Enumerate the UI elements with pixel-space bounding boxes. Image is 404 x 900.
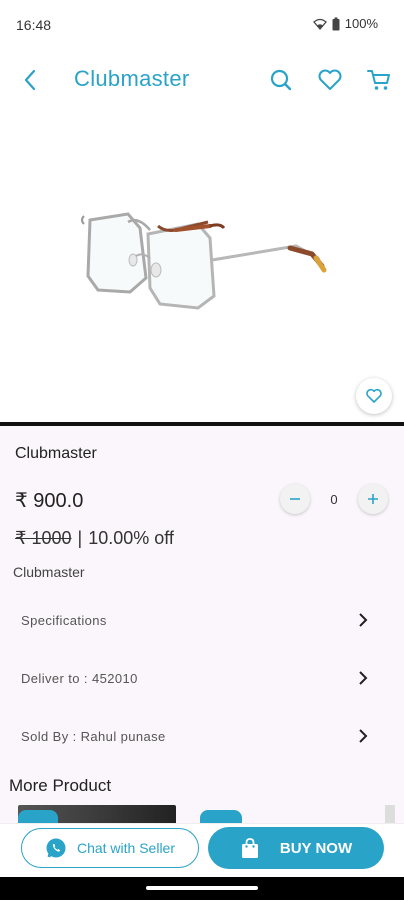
- heart-icon: [366, 388, 382, 403]
- chevron-right-icon: [359, 729, 368, 743]
- back-button[interactable]: [16, 66, 44, 94]
- sold-by-row[interactable]: Sold By : Rahul punase: [0, 710, 404, 762]
- more-product-list[interactable]: [0, 805, 404, 825]
- price-discount-row: ₹ 1000 | 10.00% off: [15, 528, 174, 549]
- bottom-action-bar: Chat with Seller BUY NOW: [0, 823, 404, 877]
- cart-icon: [367, 70, 390, 90]
- buy-now-label: BUY NOW: [279, 839, 353, 857]
- shopping-bag-icon: [241, 838, 258, 858]
- deliver-to-row[interactable]: Deliver to : 452010: [0, 652, 404, 704]
- quantity-stepper: 0: [280, 484, 388, 514]
- status-time: 16:48: [16, 17, 52, 33]
- product-name: Clubmaster: [15, 445, 97, 462]
- cart-button[interactable]: [365, 66, 393, 94]
- increase-quantity-button[interactable]: [358, 484, 388, 514]
- original-price: ₹ 1000: [15, 528, 72, 548]
- status-icons: 100%: [312, 16, 378, 31]
- product-description: Clubmaster: [13, 564, 85, 580]
- product-image-area: [0, 108, 404, 424]
- search-button[interactable]: [267, 66, 295, 94]
- deliver-to-label: Deliver to : 452010: [21, 670, 138, 686]
- product-image: [81, 212, 327, 310]
- sold-by-label: Sold By : Rahul punase: [21, 728, 166, 744]
- system-navigation-bar: [0, 877, 404, 900]
- discount-text: 10.00% off: [88, 528, 174, 548]
- specifications-row[interactable]: Specifications: [0, 594, 404, 646]
- chevron-right-icon: [359, 671, 368, 685]
- chat-with-seller-label: Chat with Seller: [76, 840, 176, 856]
- minus-icon: [290, 498, 300, 500]
- app-header: Clubmaster: [0, 52, 404, 108]
- heart-icon: [318, 69, 342, 90]
- buy-now-button[interactable]: BUY NOW: [208, 827, 384, 869]
- product-price: ₹ 900.0: [15, 490, 84, 512]
- plus-icon: [368, 494, 378, 504]
- battery-level: 100%: [344, 16, 378, 31]
- wishlist-button[interactable]: [316, 66, 344, 94]
- search-icon: [270, 69, 292, 91]
- chevron-right-icon: [359, 613, 368, 627]
- whatsapp-icon: [46, 838, 66, 858]
- home-gesture-handle[interactable]: [146, 886, 258, 890]
- specifications-label: Specifications: [21, 612, 107, 628]
- more-product-heading: More Product: [9, 776, 112, 795]
- battery-icon: [332, 17, 340, 30]
- wifi-icon: [312, 18, 327, 30]
- favorite-button[interactable]: [356, 378, 392, 414]
- price-separator: |: [77, 528, 83, 548]
- status-bar: 16:48 100%: [0, 0, 404, 50]
- product-card[interactable]: [385, 805, 395, 825]
- product-details: Clubmaster ₹ 900.0 0 ₹ 1000 | 10.00% off…: [0, 426, 404, 826]
- page-title: Clubmaster: [74, 66, 190, 91]
- back-arrow-icon: [24, 69, 36, 91]
- quantity-value: 0: [330, 491, 338, 507]
- decrease-quantity-button[interactable]: [280, 484, 310, 514]
- chat-with-seller-button[interactable]: Chat with Seller: [21, 828, 199, 868]
